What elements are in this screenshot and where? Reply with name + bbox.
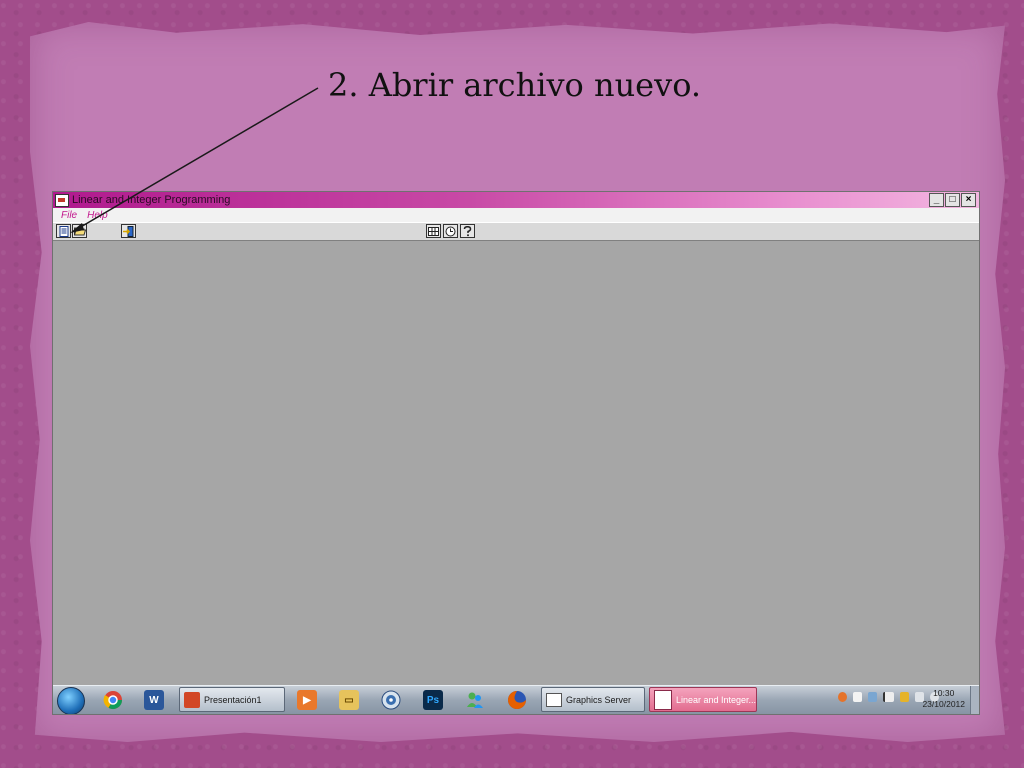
update-icon[interactable] [838,692,847,702]
menu-help[interactable]: Help [87,210,108,221]
powerpoint-icon [184,691,200,708]
dvd-icon[interactable] [381,690,401,710]
explorer-icon[interactable]: ▭ [339,690,359,710]
exit-icon [123,225,134,237]
minimize-button[interactable]: _ [929,193,944,207]
task-presentacion[interactable]: Presentación1 [179,687,285,712]
taskbar: W Presentación1 ▶ ▭ Ps Graphics Server L… [53,685,979,714]
slide-heading: 2. Abrir archivo nuevo. [328,66,702,104]
word-icon[interactable]: W [144,690,164,710]
maximize-button[interactable]: □ [945,193,960,207]
flag-icon[interactable] [883,692,894,702]
menubar: File Help [53,208,979,222]
new-file-icon [59,225,68,237]
messenger-icon[interactable] [465,690,485,710]
close-button[interactable]: × [961,193,976,207]
clock-time: 10:30 [933,688,955,698]
start-button[interactable] [57,687,85,714]
window-titlebar[interactable]: Linear and Integer Programming _ □ × [53,192,979,208]
photoshop-icon[interactable]: Ps [423,690,443,710]
menu-file[interactable]: File [61,210,77,221]
clock-icon [445,226,456,236]
show-desktop-button[interactable] [970,686,979,714]
task-label: Presentación1 [204,694,262,705]
chrome-icon[interactable] [103,690,123,710]
task-graphics-server[interactable]: Graphics Server [541,687,645,712]
open-file-button[interactable] [72,224,87,238]
clock[interactable]: 10:30 23/10/2012 [922,688,965,710]
window-controls: _ □ × [929,193,976,207]
task-linear-integer[interactable]: Linear and Integer... [649,687,757,712]
exit-button[interactable] [121,224,136,238]
network-icon[interactable] [868,692,877,702]
help-button[interactable] [460,224,475,238]
grid-icon [428,226,439,236]
window-title: Linear and Integer Programming [72,194,231,206]
clock-date: 23/10/2012 [922,699,965,709]
graphics-server-icon [546,692,562,707]
open-file-icon [73,227,86,236]
usb-icon[interactable] [853,692,862,702]
signal-icon[interactable] [900,692,909,702]
app-icon [55,193,69,207]
app-window[interactable]: Linear and Integer Programming _ □ × Fil… [52,191,980,715]
firefox-icon[interactable] [507,690,527,710]
lip-app-icon [654,689,672,710]
media-player-icon[interactable]: ▶ [297,690,317,710]
toolbar [53,222,979,241]
work-area[interactable] [53,241,979,686]
grid-button[interactable] [426,224,441,238]
task-label: Linear and Integer... [675,694,756,705]
clock-button[interactable] [443,224,458,238]
new-file-button[interactable] [56,224,71,238]
help-icon [463,225,472,236]
task-label: Graphics Server [566,694,632,705]
